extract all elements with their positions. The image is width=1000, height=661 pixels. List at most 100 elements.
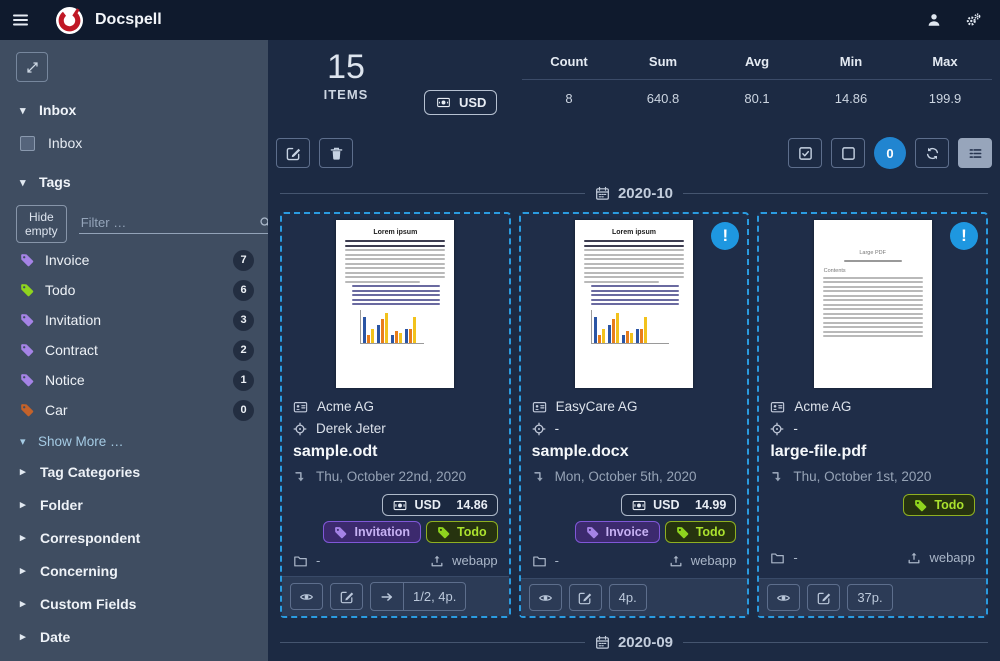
tag-icon	[914, 499, 927, 512]
sidebar-section-concerning[interactable]: ▸Concerning	[20, 554, 268, 587]
item-tag-badge[interactable]: Todo	[665, 521, 737, 543]
sidebar-tag-item[interactable]: Todo6	[20, 275, 254, 305]
item-badges: Todo	[770, 494, 975, 540]
reload-button[interactable]	[915, 138, 949, 168]
preview-chart-bar	[626, 331, 629, 343]
edit-item-button[interactable]	[330, 583, 363, 610]
sidebar-sections: ▸Tag Categories▸Folder▸Correspondent▸Con…	[0, 455, 268, 661]
pages-group: 1/2, 4p.	[370, 582, 466, 611]
sidebar-tag-item[interactable]: Car0	[20, 395, 254, 425]
folder-label[interactable]: -	[293, 553, 320, 568]
sidebar-section-tag-categories[interactable]: ▸Tag Categories	[20, 455, 268, 488]
account-button[interactable]	[926, 12, 942, 28]
tag-icon	[20, 403, 34, 417]
concerning-label[interactable]: -	[793, 421, 798, 436]
item-card[interactable]: Lorem ipsum ! EasyCare AG - sample.docx …	[519, 212, 750, 618]
calendar-icon	[595, 635, 610, 650]
item-tag-badge[interactable]: Todo	[903, 494, 975, 516]
show-more-tags-button[interactable]: ▾ Show More …	[20, 429, 268, 453]
due-alert-badge: !	[950, 222, 978, 250]
next-attachment-button[interactable]	[371, 583, 403, 610]
preview-text-line	[352, 290, 440, 292]
document-preview[interactable]: Lorem ipsum	[336, 220, 454, 388]
address-card-icon	[293, 400, 308, 414]
preview-text-line	[584, 240, 684, 242]
tag-count-badge: 1	[233, 370, 254, 391]
preview-chart-bar	[381, 319, 384, 343]
list-view-button[interactable]	[958, 138, 992, 168]
item-tag-badge[interactable]: Invitation	[323, 521, 421, 543]
preview-chart-bar	[371, 329, 374, 343]
tag-icon	[20, 373, 34, 387]
tag-label: Contract	[45, 342, 222, 358]
document-preview[interactable]: Lorem ipsum	[575, 220, 693, 388]
edit-selected-button[interactable]	[276, 138, 310, 168]
stat-value: 640.8	[616, 91, 710, 106]
preview-title: Lorem ipsum	[340, 229, 450, 236]
sidebar-section-due-date[interactable]: ▸Due Date	[20, 653, 268, 661]
expand-sidebar-button[interactable]	[16, 52, 48, 82]
tags-section-header[interactable]: ▾ Tags	[20, 171, 268, 193]
edit-item-button[interactable]	[569, 584, 602, 611]
preview-item-button[interactable]	[290, 583, 323, 610]
address-card-icon	[532, 400, 547, 414]
correspondent-label[interactable]: Acme AG	[317, 399, 374, 414]
sidebar-section-custom-fields[interactable]: ▸Custom Fields	[20, 587, 268, 620]
sidebar-section-correspondent[interactable]: ▸Correspondent	[20, 521, 268, 554]
preview-text-line	[823, 295, 923, 297]
item-date-label: Mon, October 5th, 2020	[555, 469, 697, 484]
item-groups: 2020-10 Lorem ipsum Acme AG Derek Jeter …	[276, 185, 992, 661]
tag-label: Car	[45, 402, 222, 418]
correspondent-label[interactable]: EasyCare AG	[556, 399, 638, 414]
preview-text-line	[345, 258, 445, 260]
inbox-filter-checkbox[interactable]: Inbox	[20, 132, 268, 154]
folder-label[interactable]: -	[532, 553, 559, 568]
inbox-section-header[interactable]: ▾ Inbox	[20, 99, 268, 121]
sidebar-tag-item[interactable]: Invitation3	[20, 305, 254, 335]
preview-text-line	[352, 294, 440, 296]
preview-title: Lorem ipsum	[579, 229, 689, 236]
select-all-button[interactable]	[788, 138, 822, 168]
delete-selected-button[interactable]	[319, 138, 353, 168]
menu-toggle-button[interactable]	[0, 12, 40, 28]
correspondent-label[interactable]: Acme AG	[794, 399, 851, 414]
sidebar-tag-item[interactable]: Invoice7	[20, 245, 254, 275]
item-card-footer: 4p.	[521, 578, 748, 616]
concerning-label[interactable]: Derek Jeter	[316, 421, 386, 436]
sidebar-section-folder[interactable]: ▸Folder	[20, 488, 268, 521]
items-total-count: 15	[308, 50, 384, 84]
tag-icon	[20, 343, 34, 357]
settings-button[interactable]	[964, 12, 982, 28]
folder-icon	[770, 551, 785, 565]
concerning-label[interactable]: -	[555, 421, 560, 436]
item-card[interactable]: Lorem ipsum Acme AG Derek Jeter sample.o…	[280, 212, 511, 618]
item-badges: USD 14.86InvitationTodo	[293, 494, 498, 543]
currency-badge: USD	[424, 90, 497, 115]
sidebar-tag-item[interactable]: Contract2	[20, 335, 254, 365]
preview-chart-bar	[612, 319, 615, 343]
item-card[interactable]: Large PDF Contents ! Acme AG - large-fil…	[757, 212, 988, 618]
item-tag-label: Todo	[696, 525, 726, 539]
item-tag-badge[interactable]: Invoice	[575, 521, 660, 543]
item-name[interactable]: sample.odt	[293, 443, 498, 461]
edit-item-button[interactable]	[807, 584, 840, 611]
preview-chart-bar	[622, 335, 625, 343]
item-tag-badge[interactable]: Todo	[426, 521, 498, 543]
deselect-all-button[interactable]	[831, 138, 865, 168]
hide-empty-button[interactable]: Hide empty	[16, 205, 67, 243]
show-more-label: Show More …	[38, 434, 124, 449]
document-preview[interactable]: Large PDF Contents	[814, 220, 932, 388]
arrow-right-icon	[380, 590, 394, 604]
preview-item-button[interactable]	[529, 584, 562, 611]
sidebar-tag-item[interactable]: Notice1	[20, 365, 254, 395]
item-name[interactable]: large-file.pdf	[770, 443, 975, 461]
amount-value: 14.99	[695, 498, 726, 512]
sidebar-section-date[interactable]: ▸Date	[20, 620, 268, 653]
item-name[interactable]: sample.docx	[532, 443, 737, 461]
preview-chart-bar	[644, 317, 647, 343]
date-arrow-down-icon	[532, 470, 546, 484]
preview-item-button[interactable]	[767, 584, 800, 611]
tag-filter-input[interactable]	[79, 214, 259, 231]
folder-label[interactable]: -	[770, 550, 797, 565]
preview-chart	[360, 310, 424, 344]
